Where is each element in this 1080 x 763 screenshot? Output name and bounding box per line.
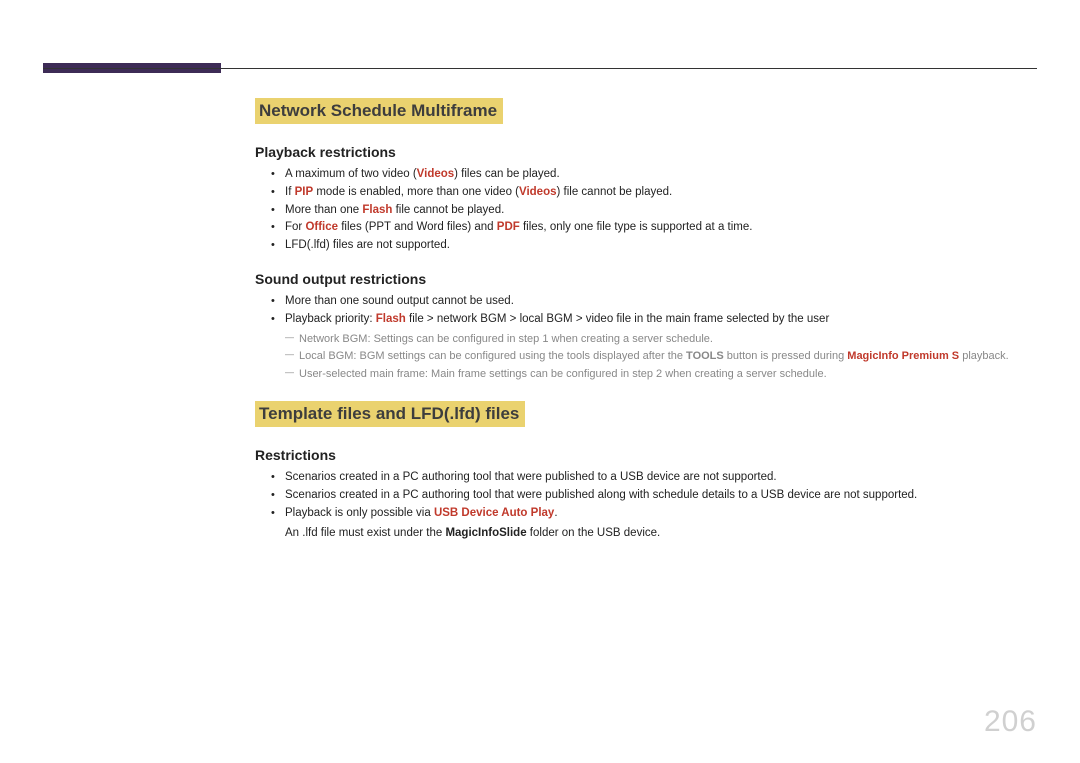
text: playback. (959, 350, 1009, 362)
text: ) files can be played. (454, 168, 559, 180)
subheading-restrictions: Restrictions (255, 447, 1030, 463)
text: Network BGM: Settings can be configured … (299, 333, 713, 345)
text: button is pressed during (724, 350, 848, 362)
list-item: Scenarios created in a PC authoring tool… (271, 469, 1030, 487)
text: mode is enabled, more than one video ( (313, 186, 519, 198)
sound-sub-list: Network BGM: Settings can be configured … (285, 331, 1030, 384)
highlight: PIP (295, 186, 314, 198)
page-content: Network Schedule Multiframe Playback res… (255, 98, 1030, 561)
text: Playback is only possible via (285, 507, 434, 519)
list-item: Scenarios created in a PC authoring tool… (271, 487, 1030, 505)
text: Scenarios created in a PC authoring tool… (285, 471, 777, 483)
page-number: 206 (984, 705, 1037, 739)
list-item: If PIP mode is enabled, more than one vi… (271, 184, 1030, 202)
sound-restrictions-list: More than one sound output cannot be use… (271, 293, 1030, 383)
highlight: PDF (497, 221, 520, 233)
list-item: More than one Flash file cannot be playe… (271, 202, 1030, 220)
bold-text: MagicInfoSlide (445, 527, 526, 539)
list-item: User-selected main frame: Main frame set… (285, 366, 1030, 384)
text: files, only one file type is supported a… (520, 221, 753, 233)
highlight: Flash (362, 204, 392, 216)
list-item: A maximum of two video (Videos) files ca… (271, 166, 1030, 184)
text: folder on the USB device. (527, 527, 661, 539)
list-item: Local BGM: BGM settings can be configure… (285, 348, 1030, 366)
subheading-sound: Sound output restrictions (255, 271, 1030, 287)
subheading-playback: Playback restrictions (255, 144, 1030, 160)
text: If (285, 186, 295, 198)
section-network-schedule: Network Schedule Multiframe Playback res… (255, 98, 1030, 383)
highlight: Videos (417, 168, 455, 180)
template-restrictions-list: Scenarios created in a PC authoring tool… (271, 469, 1030, 522)
text: Playback priority: (285, 313, 376, 325)
text: An .lfd file must exist under the (285, 527, 445, 539)
text: More than one (285, 204, 362, 216)
list-item: More than one sound output cannot be use… (271, 293, 1030, 311)
text: . (554, 507, 557, 519)
top-divider (43, 68, 1037, 69)
text: User-selected main frame: Main frame set… (299, 368, 827, 380)
list-item: Playback priority: Flash file > network … (271, 311, 1030, 384)
highlight: Office (305, 221, 338, 233)
bold-text: TOOLS (686, 350, 724, 362)
text: files (PPT and Word files) and (338, 221, 497, 233)
highlight: MagicInfo Premium S (847, 350, 959, 362)
section-heading: Network Schedule Multiframe (255, 98, 503, 124)
playback-restrictions-list: A maximum of two video (Videos) files ca… (271, 166, 1030, 255)
highlight: USB Device Auto Play (434, 507, 554, 519)
text: A maximum of two video ( (285, 168, 417, 180)
text: More than one sound output cannot be use… (285, 295, 514, 307)
section-template-lfd: Template files and LFD(.lfd) files Restr… (255, 401, 1030, 542)
list-item: LFD(.lfd) files are not supported. (271, 237, 1030, 255)
text: LFD(.lfd) files are not supported. (285, 239, 450, 251)
highlight: Videos (519, 186, 557, 198)
list-item: Network BGM: Settings can be configured … (285, 331, 1030, 349)
text: Scenarios created in a PC authoring tool… (285, 489, 917, 501)
text: file > network BGM > local BGM > video f… (406, 313, 829, 325)
list-item: Playback is only possible via USB Device… (271, 505, 1030, 523)
text: ) file cannot be played. (557, 186, 673, 198)
section-heading: Template files and LFD(.lfd) files (255, 401, 525, 427)
note-line: An .lfd file must exist under the MagicI… (285, 525, 1030, 543)
text: file cannot be played. (392, 204, 504, 216)
highlight: Flash (376, 313, 406, 325)
text: For (285, 221, 305, 233)
list-item: For Office files (PPT and Word files) an… (271, 219, 1030, 237)
text: Local BGM: BGM settings can be configure… (299, 350, 686, 362)
